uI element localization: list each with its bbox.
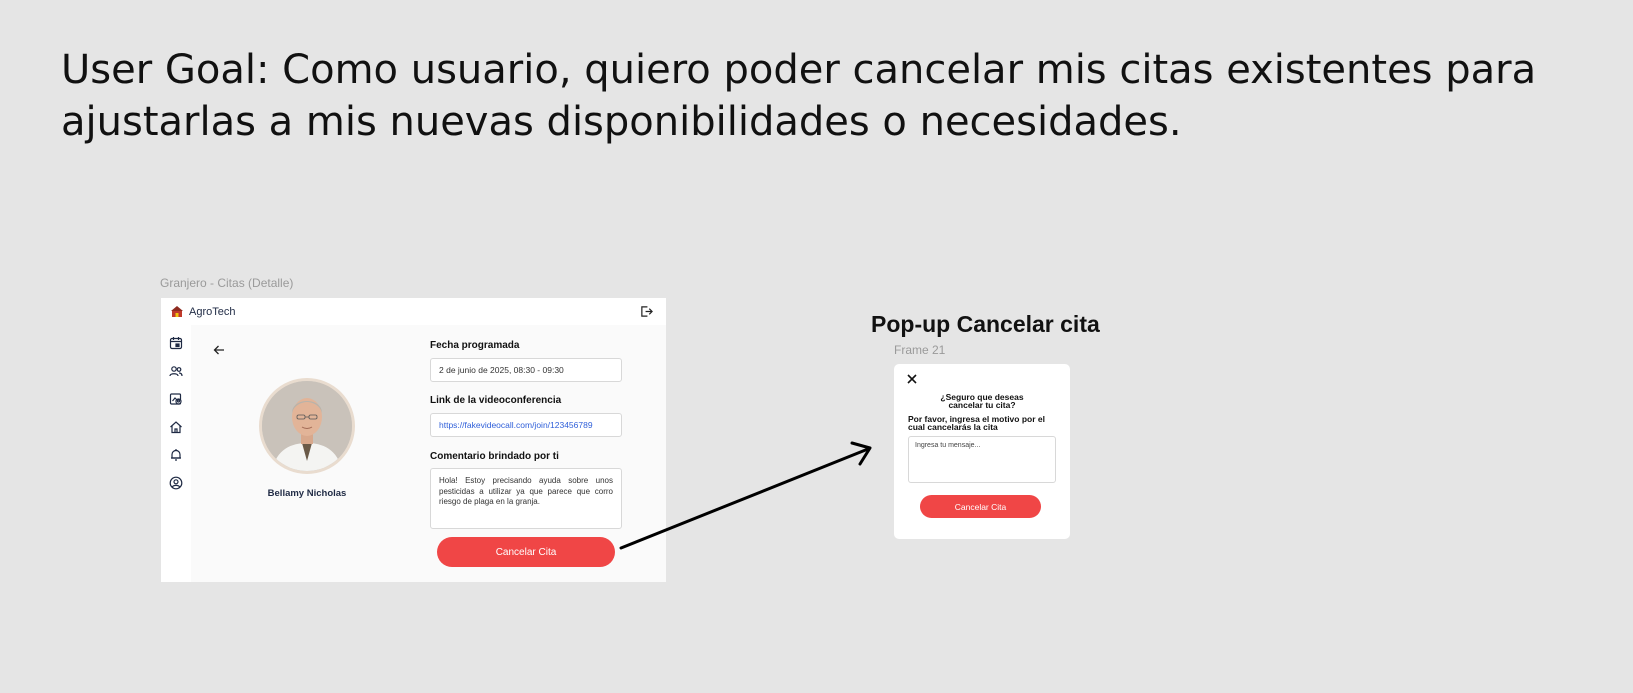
popup-frame-label: Frame 21 [894,343,946,357]
reason-input-placeholder: Ingresa tu mensaje... [915,442,981,449]
flow-arrow [619,441,872,550]
popup-question: ¿Seguro que deseas cancelar tu cita? [940,392,1024,410]
popup-section-title: Pop-up Cancelar cita [871,311,1100,337]
reason-input[interactable]: Ingresa tu mensaje... [908,436,1056,483]
popup-cancel-button[interactable]: Cancelar Cita [920,495,1041,518]
popup-prompt: Por favor, ingresa el motivo por el cual… [908,414,1045,432]
cancel-popup: ¿Seguro que deseas cancelar tu cita? Por… [894,364,1070,539]
close-icon[interactable] [906,373,918,385]
